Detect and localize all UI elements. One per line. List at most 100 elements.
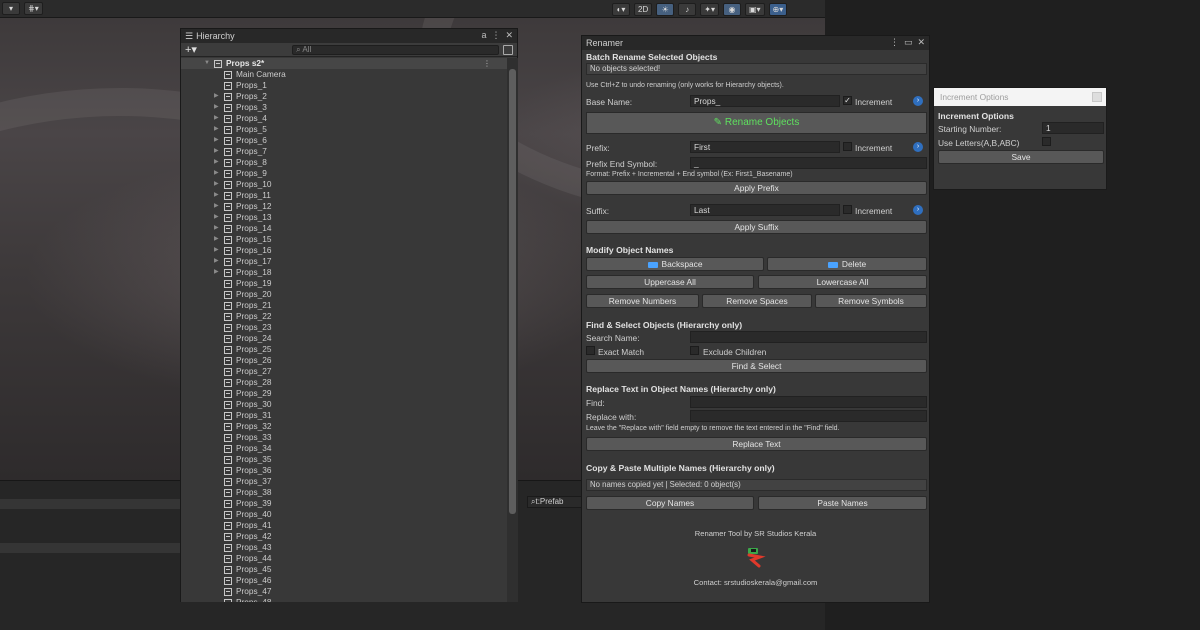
lock-icon[interactable]: a bbox=[481, 30, 486, 41]
expand-arrow-icon[interactable]: ▼ bbox=[204, 58, 212, 69]
expand-arrow-icon[interactable]: ▶ bbox=[214, 179, 222, 190]
expand-arrow-icon[interactable]: ▶ bbox=[214, 212, 222, 223]
expand-arrow-icon[interactable]: ▶ bbox=[214, 113, 222, 124]
expand-arrow-icon[interactable]: ▶ bbox=[214, 135, 222, 146]
expand-arrow-icon[interactable]: ▶ bbox=[214, 267, 222, 278]
expand-arrow-icon[interactable]: ▶ bbox=[214, 91, 222, 102]
hierarchy-tab[interactable]: ☰ Hierarchy a ⋮ ✕ bbox=[181, 29, 517, 43]
hierarchy-row[interactable]: ▶ Props_2 bbox=[181, 91, 507, 102]
hierarchy-row[interactable]: ▶ Props_15 bbox=[181, 234, 507, 245]
camera-settings-icon[interactable]: ▣▾ bbox=[744, 2, 765, 16]
hierarchy-row[interactable]: Props_45 bbox=[181, 564, 507, 575]
hierarchy-row[interactable]: Props_41 bbox=[181, 520, 507, 531]
hierarchy-row[interactable]: Props_1 bbox=[181, 80, 507, 91]
hierarchy-root-scene[interactable]: ▼ Props s2* ⋮ bbox=[181, 58, 507, 69]
close-icon[interactable]: ✕ bbox=[917, 37, 925, 48]
prefix-increment-options-icon[interactable]: › bbox=[913, 142, 923, 152]
expand-arrow-icon[interactable]: ▶ bbox=[214, 256, 222, 267]
hierarchy-row[interactable]: Props_29 bbox=[181, 388, 507, 399]
hierarchy-row[interactable]: ▶ Props_14 bbox=[181, 223, 507, 234]
delete-button[interactable]: Delete bbox=[767, 257, 927, 271]
hierarchy-row[interactable]: Props_38 bbox=[181, 487, 507, 498]
close-icon[interactable]: ✕ bbox=[505, 30, 513, 41]
hierarchy-row[interactable]: ▶ Props_12 bbox=[181, 201, 507, 212]
hierarchy-row[interactable]: Props_19 bbox=[181, 278, 507, 289]
search-name-input[interactable] bbox=[690, 331, 927, 343]
remove-symbols-button[interactable]: Remove Symbols bbox=[815, 294, 927, 308]
base-name-input[interactable]: Props_ bbox=[690, 95, 840, 107]
audio-toggle-icon[interactable]: ♪ bbox=[678, 2, 697, 16]
hierarchy-row[interactable]: ▶ Props_7 bbox=[181, 146, 507, 157]
hierarchy-row[interactable]: Props_20 bbox=[181, 289, 507, 300]
rename-objects-button[interactable]: ✎ Rename Objects bbox=[586, 112, 927, 134]
base-increment-options-icon[interactable]: › bbox=[913, 96, 923, 106]
scene-filter-icon[interactable] bbox=[503, 44, 513, 55]
remove-spaces-button[interactable]: Remove Spaces bbox=[702, 294, 812, 308]
hierarchy-row[interactable]: Props_33 bbox=[181, 432, 507, 443]
hierarchy-row[interactable]: Props_39 bbox=[181, 498, 507, 509]
two-d-toggle[interactable]: 2D bbox=[634, 2, 653, 16]
hierarchy-row[interactable]: Props_42 bbox=[181, 531, 507, 542]
expand-arrow-icon[interactable]: ▶ bbox=[214, 245, 222, 256]
hierarchy-row[interactable]: Props_22 bbox=[181, 311, 507, 322]
scene-menu-dots-icon[interactable]: ⋮ bbox=[483, 58, 491, 69]
expand-arrow-icon[interactable]: ▶ bbox=[214, 124, 222, 135]
hierarchy-row[interactable]: ▶ Props_10 bbox=[181, 179, 507, 190]
expand-arrow-icon[interactable]: ▶ bbox=[214, 146, 222, 157]
paste-names-button[interactable]: Paste Names bbox=[758, 496, 927, 510]
suffix-input[interactable]: Last bbox=[690, 204, 840, 216]
apply-prefix-button[interactable]: Apply Prefix bbox=[586, 181, 927, 195]
hierarchy-row[interactable]: Props_35 bbox=[181, 454, 507, 465]
suffix-increment-options-icon[interactable]: › bbox=[913, 205, 923, 215]
expand-arrow-icon[interactable]: ▶ bbox=[214, 168, 222, 179]
save-button[interactable]: Save bbox=[938, 150, 1104, 164]
backspace-button[interactable]: Backspace bbox=[586, 257, 764, 271]
use-letters-checkbox[interactable] bbox=[1042, 137, 1051, 146]
lowercase-all-button[interactable]: Lowercase All bbox=[758, 275, 927, 289]
hierarchy-search-input[interactable]: ⌕ All bbox=[292, 44, 500, 55]
hierarchy-row[interactable]: Props_37 bbox=[181, 476, 507, 487]
hierarchy-row[interactable]: ▶ Props_3 bbox=[181, 102, 507, 113]
expand-arrow-icon[interactable]: ▶ bbox=[214, 223, 222, 234]
apply-suffix-button[interactable]: Apply Suffix bbox=[586, 220, 927, 234]
hierarchy-row[interactable]: ▶ Props_9 bbox=[181, 168, 507, 179]
prefix-end-input[interactable]: _ bbox=[690, 157, 927, 169]
hierarchy-row[interactable]: Props_28 bbox=[181, 377, 507, 388]
hierarchy-row[interactable]: Props_47 bbox=[181, 586, 507, 597]
starting-number-input[interactable]: 1 bbox=[1042, 122, 1104, 134]
expand-arrow-icon[interactable]: ▶ bbox=[214, 157, 222, 168]
expand-arrow-icon[interactable]: ▶ bbox=[214, 201, 222, 212]
hierarchy-row[interactable]: Props_34 bbox=[181, 443, 507, 454]
exact-match-checkbox[interactable] bbox=[586, 346, 595, 355]
hierarchy-row[interactable]: Props_26 bbox=[181, 355, 507, 366]
hierarchy-row[interactable]: Props_25 bbox=[181, 344, 507, 355]
hierarchy-row[interactable]: Props_31 bbox=[181, 410, 507, 421]
hierarchy-row[interactable]: Props_24 bbox=[181, 333, 507, 344]
maximize-icon[interactable]: ▭ bbox=[904, 37, 913, 48]
hierarchy-row[interactable]: Props_40 bbox=[181, 509, 507, 520]
renamer-tab[interactable]: Renamer ⋮ ▭ ✕ bbox=[582, 36, 929, 50]
suffix-increment-checkbox[interactable] bbox=[843, 205, 852, 214]
hierarchy-row[interactable]: ▶ Props_16 bbox=[181, 245, 507, 256]
hierarchy-scrollbar-thumb[interactable] bbox=[509, 69, 516, 514]
hierarchy-row[interactable]: Props_43 bbox=[181, 542, 507, 553]
menu-dots-icon[interactable]: ⋮ bbox=[890, 37, 899, 48]
remove-numbers-button[interactable]: Remove Numbers bbox=[586, 294, 699, 308]
hierarchy-row[interactable]: ▶ Props_6 bbox=[181, 135, 507, 146]
expand-arrow-icon[interactable]: ▶ bbox=[214, 234, 222, 245]
expand-arrow-icon[interactable]: ▶ bbox=[214, 190, 222, 201]
prefix-increment-checkbox[interactable] bbox=[843, 142, 852, 151]
hierarchy-row[interactable]: ▶ Props_8 bbox=[181, 157, 507, 168]
hierarchy-row[interactable]: Props_30 bbox=[181, 399, 507, 410]
close-icon[interactable] bbox=[1092, 92, 1102, 102]
add-object-button[interactable]: +▾ bbox=[185, 43, 208, 56]
hierarchy-row[interactable]: ▶ Props_5 bbox=[181, 124, 507, 135]
hierarchy-row[interactable]: Props_46 bbox=[181, 575, 507, 586]
hierarchy-row[interactable]: Main Camera bbox=[181, 69, 507, 80]
replace-text-button[interactable]: Replace Text bbox=[586, 437, 927, 451]
toolbar-transform-button[interactable]: ▾ bbox=[2, 2, 20, 15]
hierarchy-row[interactable]: ▶ Props_4 bbox=[181, 113, 507, 124]
hierarchy-row[interactable]: ▶ Props_13 bbox=[181, 212, 507, 223]
copy-names-button[interactable]: Copy Names bbox=[586, 496, 754, 510]
find-input[interactable] bbox=[690, 396, 927, 408]
